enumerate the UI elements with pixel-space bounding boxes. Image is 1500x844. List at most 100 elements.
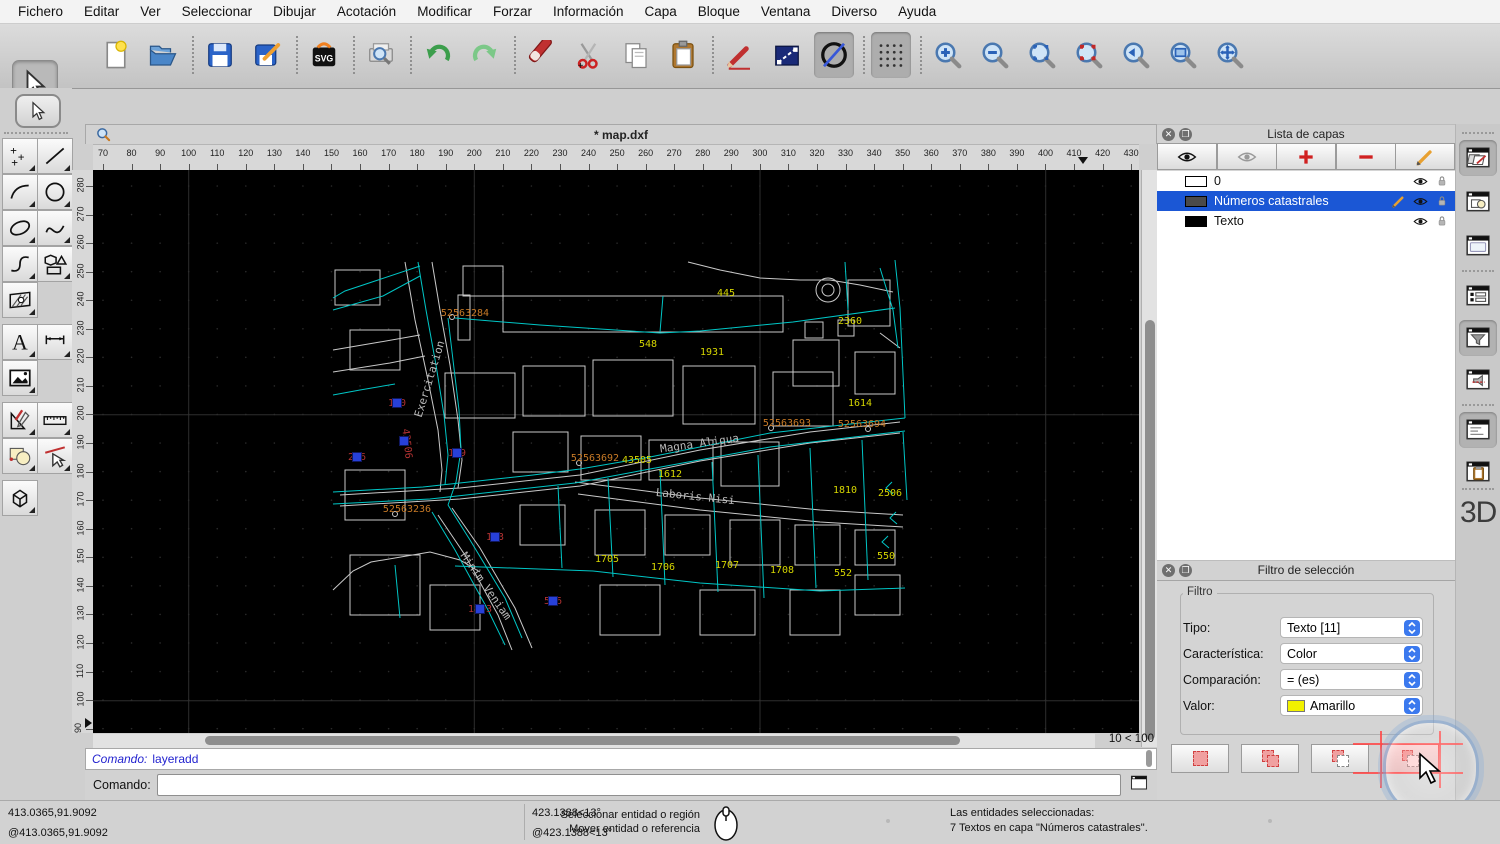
mouse-icon: [712, 805, 740, 843]
text-tool-button[interactable]: A: [2, 324, 38, 360]
circle-tool-button[interactable]: [37, 174, 73, 210]
menu-forzar[interactable]: Forzar: [493, 4, 532, 19]
points-tool-button[interactable]: +++: [2, 138, 38, 174]
svg-text:A: A: [12, 331, 28, 355]
image-tool-button[interactable]: [2, 360, 38, 396]
select-remove-button[interactable]: [1311, 744, 1369, 773]
layer-row-icons[interactable]: [1391, 194, 1449, 209]
menu-capa[interactable]: Capa: [645, 4, 677, 19]
pencil-button[interactable]: [720, 32, 760, 78]
command-line-toggle-button[interactable]: [1459, 412, 1497, 448]
selection-marker: [491, 533, 500, 542]
filter-label: Valor:: [1183, 695, 1215, 716]
svg-text:+: +: [578, 61, 584, 70]
horizontal-scrollbar[interactable]: [93, 734, 1095, 748]
construction-tool-button[interactable]: [2, 402, 38, 438]
selection-pointer-button-2[interactable]: [15, 94, 61, 128]
menu-modificar[interactable]: Modificar: [417, 4, 472, 19]
auto-zoom-button[interactable]: [1022, 32, 1062, 78]
previous-view-button[interactable]: [1116, 32, 1156, 78]
vertical-scrollbar-thumb[interactable]: [1145, 320, 1155, 740]
zoom-in-button[interactable]: [928, 32, 968, 78]
layer-list-toggle-button[interactable]: [1459, 140, 1497, 176]
history-scrollbar-thumb[interactable]: [1146, 750, 1152, 767]
paste-button[interactable]: [663, 32, 703, 78]
layer-row[interactable]: Texto: [1157, 211, 1455, 231]
line-tool-button[interactable]: [37, 138, 73, 174]
hatch-tool-button[interactable]: [2, 282, 38, 318]
hint-left-click: Seleccionar entidad o región: [440, 809, 700, 821]
menu-ver[interactable]: Ver: [140, 4, 160, 19]
block-list-toggle-button[interactable]: [1459, 184, 1497, 220]
draft-mode-button[interactable]: [814, 32, 854, 78]
horizontal-scrollbar-thumb[interactable]: [205, 736, 960, 745]
filter-select-característica[interactable]: Color: [1280, 643, 1423, 664]
menu-información[interactable]: Información: [553, 4, 624, 19]
command-input[interactable]: [157, 774, 1121, 796]
pan-button[interactable]: [1210, 32, 1250, 78]
menu-diverso[interactable]: Diverso: [831, 4, 877, 19]
property-editor-toggle-button[interactable]: [1459, 278, 1497, 314]
polyline-edit-button[interactable]: [767, 32, 807, 78]
layer-plus-button[interactable]: [1276, 143, 1336, 170]
svg-export-button[interactable]: SVG: [304, 32, 344, 78]
menu-bloque[interactable]: Bloque: [698, 4, 740, 19]
filter-select-valor[interactable]: Amarillo: [1280, 695, 1423, 716]
map-label: 1614: [848, 398, 872, 409]
layer-pencil-edit-button[interactable]: [1395, 143, 1455, 170]
ellipse-tool-button[interactable]: [2, 210, 38, 246]
undo-button[interactable]: [418, 32, 458, 78]
save-button[interactable]: [200, 32, 240, 78]
zoom-selection-button[interactable]: [1069, 32, 1109, 78]
menu-ayuda[interactable]: Ayuda: [898, 4, 936, 19]
zoom-out-button[interactable]: [975, 32, 1015, 78]
layer-row-icons[interactable]: [1412, 214, 1449, 229]
document-title: * map.dxf: [594, 128, 648, 142]
ruler-tool-tool-button[interactable]: [37, 402, 73, 438]
menu-ventana[interactable]: Ventana: [761, 4, 811, 19]
select-add-button[interactable]: [1241, 744, 1299, 773]
new-file-button[interactable]: [96, 32, 136, 78]
trim-tool-button[interactable]: [37, 438, 73, 474]
selection-filter-toggle-button[interactable]: [1459, 320, 1497, 356]
print-preview-button[interactable]: [361, 32, 401, 78]
filter-select-comparación[interactable]: = (es): [1280, 669, 1423, 690]
menu-fichero[interactable]: Fichero: [18, 4, 63, 19]
spline-tool-button[interactable]: [37, 210, 73, 246]
redo-button[interactable]: [465, 32, 505, 78]
box3d-tool-button[interactable]: [2, 480, 38, 516]
command-window-button[interactable]: [1129, 774, 1149, 797]
vertical-scrollbar[interactable]: [1141, 170, 1158, 747]
filter-select-tipo[interactable]: Texto [11]: [1280, 617, 1423, 638]
document-title-bar[interactable]: * map.dxf: [85, 124, 1157, 144]
library-toggle-button[interactable]: [1459, 228, 1497, 264]
layer-row[interactable]: 0: [1157, 171, 1455, 191]
copy-button[interactable]: [616, 32, 656, 78]
clipboard-panel-toggle-button[interactable]: [1459, 454, 1497, 490]
shapes-tool-button[interactable]: [37, 246, 73, 282]
layer-eye-off-button[interactable]: [1217, 143, 1277, 170]
window-zoom-button[interactable]: [1163, 32, 1203, 78]
polyline-tool-button[interactable]: [2, 246, 38, 282]
tool-info-toggle-button[interactable]: [1459, 362, 1497, 398]
open-file-button[interactable]: [143, 32, 183, 78]
toolbar-separator: [712, 36, 714, 74]
menu-editar[interactable]: Editar: [84, 4, 119, 19]
save-as-button[interactable]: [247, 32, 287, 78]
grid-button[interactable]: [871, 32, 911, 78]
layer-row[interactable]: Números catastrales: [1157, 191, 1455, 211]
modify-shapes-tool-button[interactable]: [2, 438, 38, 474]
erase-button[interactable]: [522, 32, 562, 78]
menu-seleccionar[interactable]: Seleccionar: [182, 4, 253, 19]
cut-button[interactable]: +: [569, 32, 609, 78]
map-label: 445: [717, 288, 735, 299]
drawing-canvas[interactable]: 4452360548193116144350516121810250617051…: [93, 170, 1139, 733]
layer-minus-button[interactable]: [1336, 143, 1396, 170]
arc-tool-button[interactable]: [2, 174, 38, 210]
menu-dibujar[interactable]: Dibujar: [273, 4, 316, 19]
layer-row-icons[interactable]: [1412, 174, 1449, 189]
dimension-tool-button[interactable]: [37, 324, 73, 360]
menu-acotación[interactable]: Acotación: [337, 4, 396, 19]
layer-eye-button[interactable]: [1157, 143, 1217, 170]
select-new-button[interactable]: [1171, 744, 1229, 773]
